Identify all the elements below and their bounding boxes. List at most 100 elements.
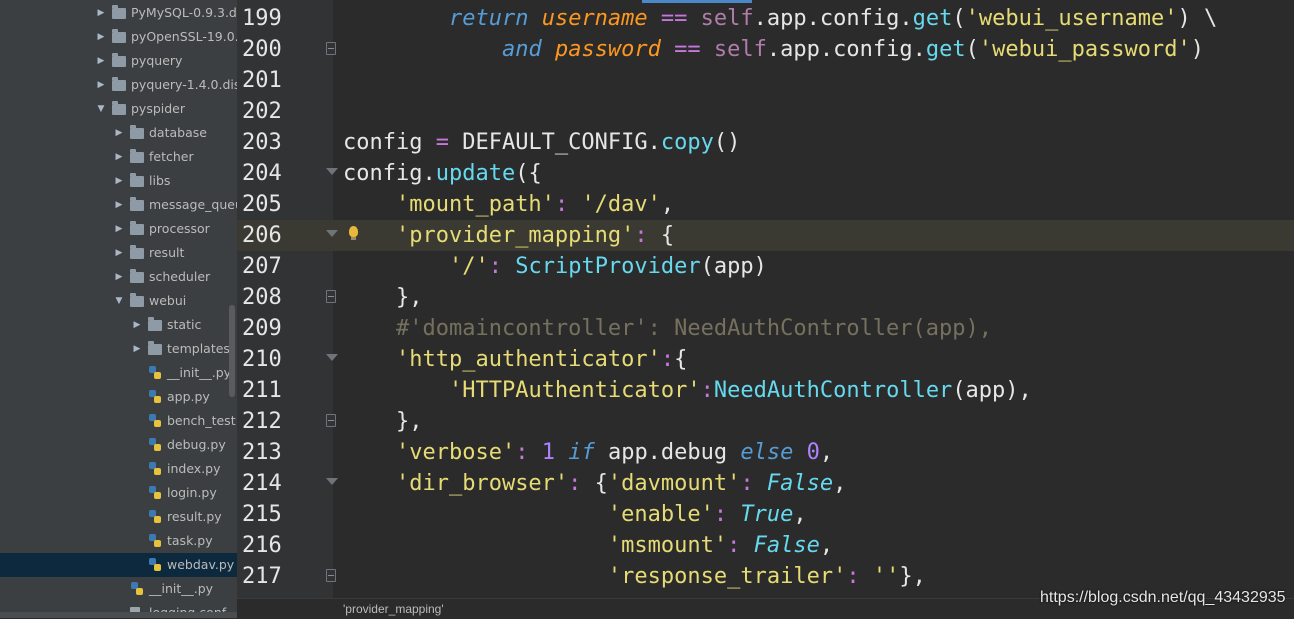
tree-item[interactable]: __init__.py — [0, 361, 237, 385]
fold-close-icon[interactable] — [326, 414, 336, 427]
code-line[interactable]: 213 'verbose': 1 if app.debug else 0, — [237, 437, 1294, 468]
line-number: 212 — [242, 409, 282, 434]
tree-item[interactable]: ▶ pyOpenSSL-19.0.0.dist-info — [0, 25, 237, 49]
tree-item[interactable]: ▶ result — [0, 241, 237, 265]
code-line[interactable]: 208 }, — [237, 282, 1294, 313]
tree-item[interactable]: ▶ PyMySQL-0.9.3.dist-info — [0, 1, 237, 25]
code-line[interactable]: 215 'enable': True, — [237, 499, 1294, 530]
tree-item-label: login.py — [167, 485, 217, 500]
expand-arrow-icon[interactable]: ▶ — [95, 49, 107, 73]
collapse-arrow-icon[interactable]: ▼ — [113, 289, 125, 313]
expand-arrow-icon[interactable]: ▶ — [113, 217, 125, 241]
expand-arrow-icon[interactable]: ▶ — [113, 145, 125, 169]
tree-item[interactable]: login.py — [0, 481, 237, 505]
token-plain: ({ — [515, 161, 542, 186]
tree-item[interactable]: ▶ message_queue — [0, 193, 237, 217]
code-line[interactable]: 212 }, — [237, 406, 1294, 437]
fold-close-icon[interactable] — [326, 569, 336, 582]
fold-open-icon[interactable] — [326, 478, 338, 485]
tree-item[interactable]: bench_test.py — [0, 409, 237, 433]
token-op: == — [660, 6, 688, 31]
code-text: 'http_authenticator':{ — [343, 344, 687, 375]
tree-item-label: index.py — [167, 461, 221, 476]
expand-arrow-icon[interactable]: ▶ — [113, 193, 125, 217]
tree-item[interactable]: task.py — [0, 529, 237, 553]
tree-item[interactable]: ▶ database — [0, 121, 237, 145]
fold-open-icon[interactable] — [326, 230, 338, 237]
code-line[interactable]: 214 'dir_browser': {'davmount': False, — [237, 468, 1294, 499]
fold-open-icon[interactable] — [326, 354, 338, 361]
token-plain: { — [647, 223, 675, 248]
tree-item[interactable]: ▶ fetcher — [0, 145, 237, 169]
code-line[interactable]: 207 '/': ScriptProvider(app) — [237, 251, 1294, 282]
code-line[interactable]: 217 'response_trailer': ''}, — [237, 561, 1294, 592]
tree-item-label: bench_test.py — [167, 413, 237, 428]
code-line[interactable]: 205 'mount_path': '/dav', — [237, 189, 1294, 220]
expand-arrow-icon[interactable]: ▶ — [113, 241, 125, 265]
code-text: 'response_trailer': ''}, — [343, 561, 926, 592]
expand-arrow-icon[interactable]: ▶ — [113, 121, 125, 145]
tree-item[interactable]: ▶ pyquery — [0, 49, 237, 73]
expand-arrow-icon[interactable]: ▶ — [95, 73, 107, 97]
code-editor[interactable]: 199 return username == self.app.config.g… — [237, 0, 1294, 618]
fold-close-icon[interactable] — [326, 290, 336, 303]
project-tree[interactable]: ▶ PyMySQL-0.9.3.dist-info ▶ pyOpenSSL-19.0.… — [0, 0, 237, 618]
token-plain: DEFAULT_CONFIG. — [448, 130, 661, 155]
tree-item[interactable]: ▼ webui — [0, 289, 237, 313]
tree-item[interactable]: ▶ templates — [0, 337, 237, 361]
expand-arrow-icon[interactable]: ▶ — [113, 265, 125, 289]
code-line[interactable]: 216 'msmount': False, — [237, 530, 1294, 561]
fold-close-icon[interactable] — [326, 42, 336, 55]
code-line[interactable]: 210 'http_authenticator':{ — [237, 344, 1294, 375]
folder-icon — [130, 149, 144, 163]
tree-item[interactable]: webdav.py — [0, 553, 237, 577]
tree-item-label: pyquery-1.4.0.dist-info — [131, 77, 237, 92]
code-line[interactable]: 206 'provider_mapping': { — [237, 220, 1294, 251]
code-line[interactable]: 203 config = DEFAULT_CONFIG.copy() — [237, 127, 1294, 158]
code-text: 'provider_mapping': { — [343, 220, 674, 251]
tree-item[interactable]: ▶ static — [0, 313, 237, 337]
code-line[interactable]: 201 — [237, 65, 1294, 96]
tree-item[interactable]: debug.py — [0, 433, 237, 457]
tree-horizontal-scrollbar[interactable] — [0, 612, 237, 618]
code-line[interactable]: 211 'HTTPAuthenticator':NeedAuthControll… — [237, 375, 1294, 406]
line-number: 215 — [242, 502, 282, 527]
tree-item[interactable]: ▶ processor — [0, 217, 237, 241]
token-plain: ( — [952, 6, 966, 31]
python-file-icon — [148, 366, 162, 380]
expand-arrow-icon[interactable]: ▶ — [95, 1, 107, 25]
tree-item[interactable]: __init__.py — [0, 577, 237, 601]
tree-item[interactable]: result.py — [0, 505, 237, 529]
tree-item[interactable]: ▶ pyquery-1.4.0.dist-info — [0, 73, 237, 97]
tree-item[interactable]: app.py — [0, 385, 237, 409]
token-colon: : — [846, 564, 860, 589]
code-line[interactable]: 202 — [237, 96, 1294, 127]
token-bool: False — [766, 471, 834, 496]
breadcrumb[interactable]: 'provider_mapping' — [343, 602, 444, 616]
fold-open-icon[interactable] — [326, 168, 338, 175]
code-line[interactable]: 209 #'domaincontroller': NeedAuthControl… — [237, 313, 1294, 344]
line-number: 205 — [242, 192, 282, 217]
tree-item[interactable]: ▼ pyspider — [0, 97, 237, 121]
token-colon: : — [727, 533, 741, 558]
expand-arrow-icon[interactable]: ▶ — [131, 313, 143, 337]
expand-arrow-icon[interactable]: ▶ — [95, 25, 107, 49]
token-plain: config. — [343, 161, 436, 186]
code-line[interactable]: 204 config.update({ — [237, 158, 1294, 189]
expand-arrow-icon[interactable]: ▶ — [131, 337, 143, 361]
tree-item-label: pyquery — [131, 53, 183, 68]
code-line[interactable]: 200 and password == self.app.config.get(… — [237, 34, 1294, 65]
expand-arrow-icon[interactable]: ▶ — [113, 169, 125, 193]
code-line[interactable]: 199 return username == self.app.config.g… — [237, 3, 1294, 34]
tree-item[interactable]: ▶ libs — [0, 169, 237, 193]
tree-scrollbar[interactable] — [229, 305, 235, 397]
token-plain: .app.config. — [766, 37, 926, 62]
tree-item[interactable]: ▶ scheduler — [0, 265, 237, 289]
tree-item[interactable]: index.py — [0, 457, 237, 481]
collapse-arrow-icon[interactable]: ▼ — [95, 97, 107, 121]
